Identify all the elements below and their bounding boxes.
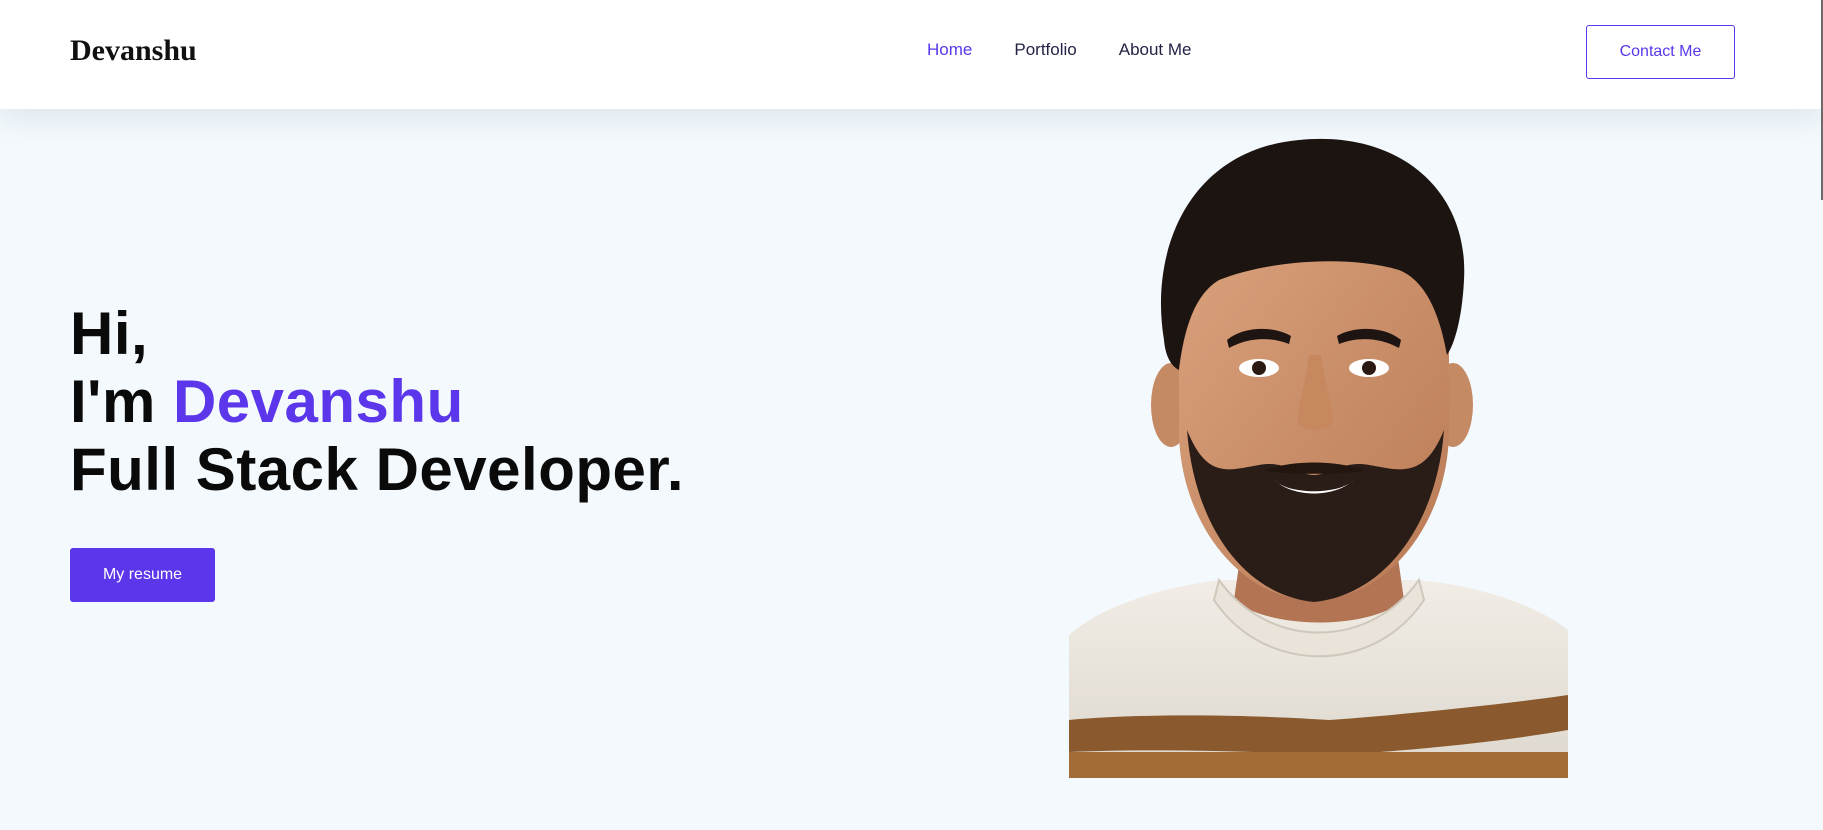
hero-role: Full Stack Developer. <box>70 436 685 503</box>
profile-photo <box>1069 138 1568 778</box>
nav-link-about-me[interactable]: About Me <box>1119 40 1192 60</box>
brand-logo[interactable]: Devanshu <box>70 34 197 68</box>
hero-greeting: Hi, <box>70 300 149 367</box>
hero-name: Devanshu <box>172 368 464 435</box>
nav-links: Home Portfolio About Me <box>927 40 1192 60</box>
my-resume-button[interactable]: My resume <box>70 548 215 602</box>
nav-link-home[interactable]: Home <box>927 40 972 60</box>
hero-intro-line: I'm Devanshu <box>70 368 684 436</box>
hero-heading: Hi, I'm Devanshu Full Stack Developer. <box>70 300 684 504</box>
hero-intro-prefix: I'm <box>70 368 173 435</box>
nav-link-portfolio[interactable]: Portfolio <box>1014 40 1076 60</box>
navbar: Devanshu Home Portfolio About Me Contact… <box>0 0 1823 109</box>
contact-me-button[interactable]: Contact Me <box>1586 25 1735 79</box>
